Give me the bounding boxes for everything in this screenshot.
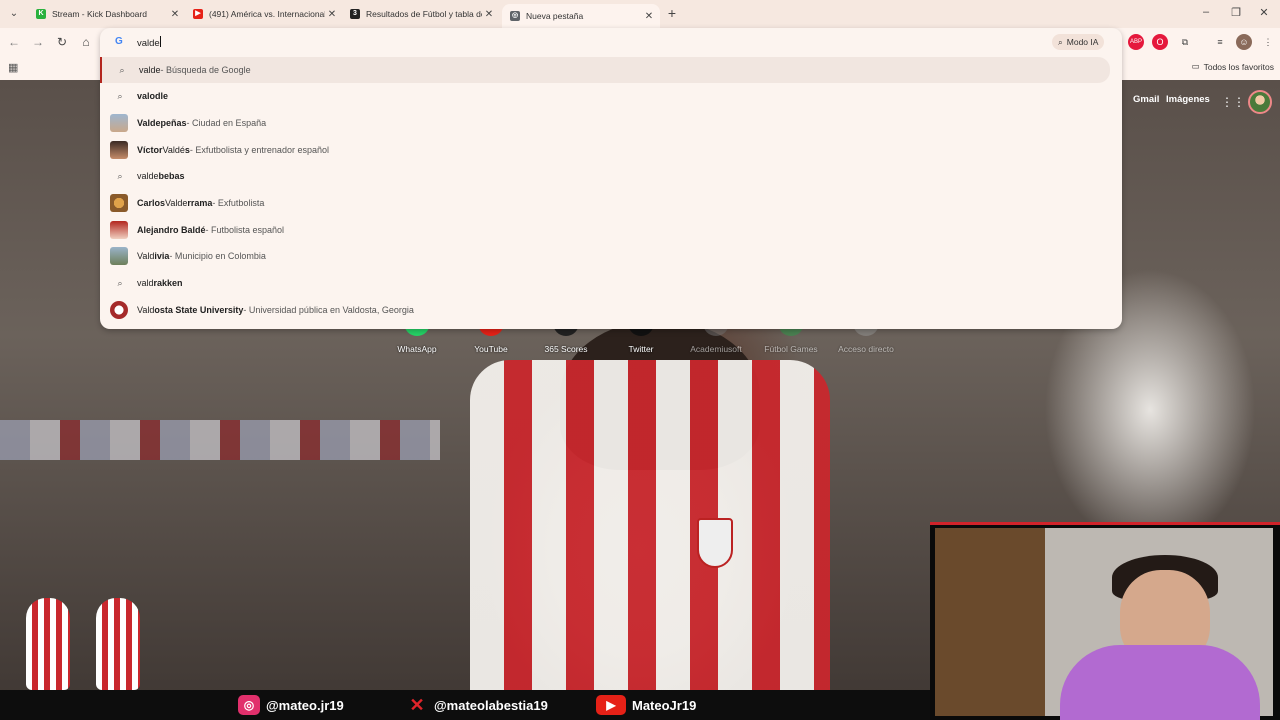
close-icon[interactable]: ✕	[325, 9, 339, 20]
tab-label: Resultados de Fútbol y tabla de	[366, 9, 482, 19]
extension-opera-icon[interactable]: O	[1152, 34, 1168, 50]
victor-valdes-thumbnail	[110, 141, 128, 159]
favorites-label: Todos los favoritos	[1203, 61, 1274, 72]
tab-new-tab[interactable]: ◎ Nueva pestaña ✕	[502, 4, 660, 28]
shortcut-label: 365 Scores	[544, 344, 588, 354]
suggestion-item[interactable]: Vald ivia - Municipio en Colombia	[100, 243, 1122, 269]
google-g-icon: G	[115, 36, 123, 47]
gmail-link[interactable]: Gmail	[1133, 94, 1159, 105]
suggestion-item[interactable]: ⌕ val odle	[100, 83, 1122, 109]
shortcut-label: Acceso directo	[838, 344, 894, 354]
valdepenas-thumbnail	[110, 114, 128, 132]
valdosta-state-logo-thumbnail	[110, 301, 128, 319]
player-jersey-image	[470, 360, 830, 690]
search-sparkle-icon: ⌕	[1058, 36, 1063, 47]
extension-adblock-icon[interactable]: ABP	[1128, 34, 1144, 50]
alejandro-balde-thumbnail	[110, 221, 128, 239]
kick-icon: K	[36, 9, 46, 19]
youtube-icon: ▶	[193, 9, 203, 19]
omnibox[interactable]: G valde ⌕ Modo IA	[100, 28, 1122, 56]
close-icon[interactable]: ✕	[482, 9, 496, 20]
suggestion-item[interactable]: Valde peñas - Ciudad en España	[100, 110, 1122, 136]
search-icon: ⌕	[119, 64, 125, 75]
instagram-icon: ◎	[238, 695, 260, 715]
new-tab-plus-icon[interactable]: +	[664, 5, 680, 21]
extensions-puzzle-icon[interactable]: ⧉	[1177, 34, 1193, 50]
tab-strip: ⌄ K Stream - Kick Dashboard ✕ ▶ (491) Am…	[0, 0, 1280, 28]
reload-icon[interactable]: ↻	[54, 34, 70, 50]
tab-kick-dashboard[interactable]: K Stream - Kick Dashboard ✕	[28, 4, 186, 24]
youtube-icon: ▶	[596, 695, 626, 715]
shortcut-label: YouTube	[474, 344, 508, 354]
tab-search-chevron-icon[interactable]: ⌄	[6, 6, 22, 22]
chrome-icon: ◎	[510, 11, 520, 21]
club-crest-image	[697, 518, 733, 568]
youtube-handle: ▶ MateoJr19	[596, 695, 696, 715]
forward-arrow-icon[interactable]: →	[30, 34, 46, 50]
suggestion-item[interactable]: Vald osta State University - Universidad …	[100, 297, 1122, 323]
back-arrow-icon[interactable]: ←	[6, 34, 22, 50]
365scores-icon: 3	[350, 9, 360, 19]
shortcut-label: Academiusoft	[690, 344, 742, 354]
tab-label: Stream - Kick Dashboard	[52, 9, 147, 19]
suggestion-item[interactable]: ⌕ vald rakken	[100, 270, 1122, 296]
close-icon[interactable]: ✕	[168, 9, 182, 20]
google-apps-icon[interactable]: ⋮⋮	[1221, 95, 1245, 109]
tab-label: Nueva pestaña	[526, 11, 584, 21]
window-close-icon[interactable]: ✕	[1256, 6, 1272, 19]
images-link[interactable]: Imágenes	[1166, 94, 1210, 105]
player-figure	[26, 598, 70, 690]
shortcut-label: Twitter	[628, 344, 654, 354]
player-figure	[96, 598, 140, 690]
tab-label: (491) América vs. Internacional	[209, 9, 325, 19]
suggestion-item[interactable]: Carlos Valde rrama - Exfutbolista	[100, 190, 1122, 216]
webcam-person-shirt	[1060, 645, 1260, 720]
google-account-avatar[interactable]	[1248, 90, 1272, 114]
shortcut-label: Fútbol Games	[764, 344, 818, 354]
reading-list-icon[interactable]: ≡	[1212, 34, 1228, 50]
shortcut-label: WhatsApp	[397, 344, 437, 354]
folder-icon: ▭	[1191, 61, 1200, 71]
players-graphic	[18, 598, 148, 690]
search-icon: ⌕	[117, 170, 123, 181]
all-favorites-folder[interactable]: ▭ Todos los favoritos	[1192, 61, 1274, 72]
suggestion-item[interactable]: ⌕ valde - Búsqueda de Google	[100, 57, 1110, 83]
ai-mode-label: Modo IA	[1066, 37, 1099, 47]
home-icon[interactable]: ⌂	[78, 34, 94, 50]
tab-365scores[interactable]: 3 Resultados de Fútbol y tabla de ✕	[342, 4, 500, 24]
suggestion-item[interactable]: Alejandro Baldé - Futbolista español	[100, 217, 1122, 243]
valdivia-thumbnail	[110, 247, 128, 265]
restore-icon[interactable]: ❐	[1228, 6, 1244, 19]
menu-kebab-icon[interactable]: ⋮	[1260, 34, 1276, 50]
omnibox-dropdown: G valde ⌕ Modo IA ⌕ valde - Búsqueda de …	[100, 28, 1122, 329]
carlos-valderrama-thumbnail	[110, 194, 128, 212]
minimize-icon[interactable]: –	[1198, 6, 1214, 18]
x-logo-icon: ✕	[409, 695, 425, 715]
stadium-banner-image	[0, 420, 440, 460]
ai-mode-button[interactable]: ⌕ Modo IA	[1052, 34, 1105, 50]
omnibox-input[interactable]: valde	[137, 36, 161, 49]
search-icon: ⌕	[117, 90, 123, 101]
suggestion-item[interactable]: ⌕ valde bebas	[100, 163, 1122, 189]
tab-youtube-video[interactable]: ▶ (491) América vs. Internacional ✕	[185, 4, 343, 24]
profile-avatar-icon[interactable]: ☺	[1236, 34, 1252, 50]
close-icon[interactable]: ✕	[642, 11, 656, 22]
instagram-handle: ◎ @mateo.jr19	[238, 695, 344, 715]
x-handle: ✕ @mateolabestia19	[406, 695, 547, 715]
apps-grid-icon[interactable]: ▦	[8, 61, 18, 74]
suggestion-item[interactable]: Víctor Valdé s - Exfutbolista y entrenado…	[100, 137, 1122, 163]
search-icon: ⌕	[117, 277, 123, 288]
